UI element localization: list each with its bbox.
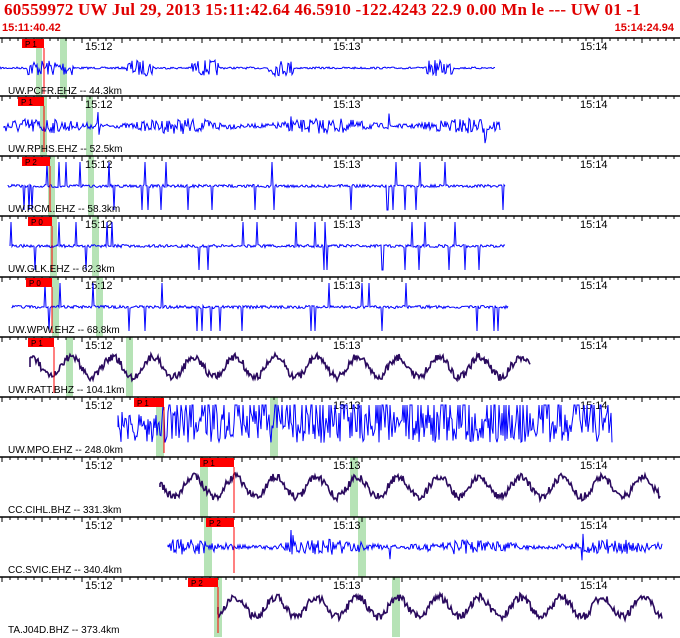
station-label: TA.J04D.BHZ -- 373.4km xyxy=(8,625,120,636)
time-label: 15:12 xyxy=(85,219,113,231)
station-label: UW.WPW.EHZ -- 68.8km xyxy=(8,325,120,336)
seismogram-panel[interactable]: 15:12 15:13 15:14P 1UW.PCFR.EHZ -- 44.3km1… xyxy=(0,0,680,638)
station-label: UW.GLK.EHZ -- 62.3km xyxy=(8,264,115,275)
p-pick-label: P 2 xyxy=(209,519,221,528)
time-label: 15:14 xyxy=(580,41,608,53)
station-label: UW.RATT.BHZ -- 104.1km xyxy=(8,385,125,396)
time-label: 15:14 xyxy=(580,219,608,231)
trace-row[interactable]: 15:12 15:13 15:14P 1UW.PCFR.EHZ -- 44.3km xyxy=(0,37,680,98)
time-label: 15:13 xyxy=(333,99,361,111)
time-label: 15:14 xyxy=(580,520,608,532)
trace-row[interactable]: 15:12 15:13 15:14 P 0 UW.GLK.EHZ -- 62.3km xyxy=(0,215,680,276)
trace-row[interactable]: 15:12 15:13 15:14 P 2 TA.J04D.BHZ -- 373.4km xyxy=(0,576,680,637)
station-label: CC.CIHL.BHZ -- 331.3km xyxy=(8,505,121,516)
trace-row[interactable]: 15:12 15:13 15:14 P 1 UW.RPHS.EHZ -- 52.5km xyxy=(0,95,680,156)
p-pick-label: P 1 xyxy=(25,40,37,49)
trace-row[interactable]: 15:12 15:13 15:14 P 0 UW.WPW.EHZ -- 68.8km xyxy=(0,276,680,337)
time-label: 15:13 xyxy=(333,280,361,292)
trace-row[interactable]: 15:12 15:13 15:14P 2UW.RCM..EHZ -- 58.3km xyxy=(0,155,680,216)
time-label: 15:12 xyxy=(85,340,113,352)
time-label: 15:12 xyxy=(85,400,113,412)
trace-row[interactable]: 15:12 15:13 15:14P 1UW.MPO.EHZ -- 248.0km xyxy=(0,396,680,457)
station-label: UW.MPO.EHZ -- 248.0km xyxy=(8,445,123,456)
time-label: 15:13 xyxy=(333,520,361,532)
waveform xyxy=(117,404,613,444)
time-label: 15:12 xyxy=(85,460,113,472)
waveform xyxy=(7,161,506,211)
pick-window-highlight xyxy=(392,577,400,637)
p-pick-label: P 0 xyxy=(29,279,41,288)
p-pick-label: P 1 xyxy=(203,459,215,468)
time-label: 15:12 xyxy=(85,280,113,292)
time-label: 15:14 xyxy=(580,159,608,171)
waveform xyxy=(29,350,531,384)
time-label: 15:14 xyxy=(580,340,608,352)
time-label: 15:14 xyxy=(580,460,608,472)
trace-row[interactable]: 15:12 15:13 15:14 P 2 CC.SVIC.EHZ -- 340.4km xyxy=(0,516,680,577)
p-pick-label: P 1 xyxy=(31,339,43,348)
time-label: 15:14 xyxy=(580,99,608,111)
station-label: CC.SVIC.EHZ -- 340.4km xyxy=(8,565,122,576)
time-label: 15:13 xyxy=(333,460,361,472)
time-label: 15:12 xyxy=(85,580,113,592)
time-label: 15:13 xyxy=(333,159,361,171)
waveform xyxy=(3,112,501,144)
station-label: UW.RCM..EHZ -- 58.3km xyxy=(8,204,120,215)
waveform xyxy=(167,529,663,561)
waveform xyxy=(217,591,663,623)
p-pick-label: P 1 xyxy=(137,399,149,408)
trace-row[interactable]: 15:12 15:13 15:14 P 1 UW.RATT.BHZ -- 104.1km xyxy=(0,336,680,397)
waveform xyxy=(0,58,496,78)
time-label: 15:12 xyxy=(85,520,113,532)
station-label: UW.RPHS.EHZ -- 52.5km xyxy=(8,144,122,155)
time-label: 15:12 xyxy=(85,99,113,111)
p-pick-label: P 0 xyxy=(31,218,43,227)
waveform xyxy=(159,471,661,504)
time-label: 15:14 xyxy=(580,580,608,592)
time-label: 15:14 xyxy=(580,280,608,292)
trace-row[interactable]: 15:12 15:13 15:14 P 1 CC.CIHL.BHZ -- 331.3km xyxy=(0,456,680,517)
time-label: 15:13 xyxy=(333,580,361,592)
pick-window-highlight xyxy=(126,337,133,397)
time-label: 15:12 xyxy=(85,41,113,53)
time-label: 15:13 xyxy=(333,219,361,231)
p-pick-label: P 2 xyxy=(191,579,203,588)
time-label: 15:13 xyxy=(333,41,361,53)
p-pick-label: P 2 xyxy=(25,158,37,167)
time-label: 15:13 xyxy=(333,340,361,352)
p-pick-label: P 1 xyxy=(21,98,33,107)
